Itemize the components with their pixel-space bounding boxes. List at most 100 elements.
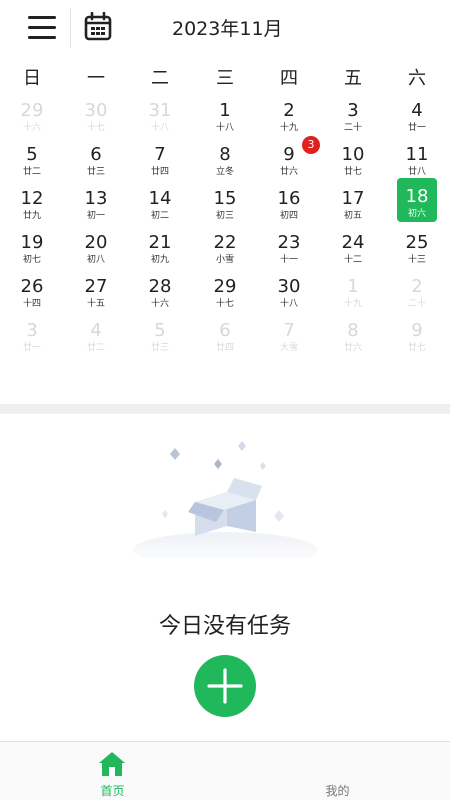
lunar-date: 廿二 xyxy=(86,343,105,353)
lunar-date: 十三 xyxy=(407,255,426,265)
lunar-date: 大雪 xyxy=(279,343,298,353)
day-cell[interactable]: 30 十七 xyxy=(76,96,116,140)
lunar-date: 廿七 xyxy=(343,167,362,177)
header-divider xyxy=(70,8,71,48)
day-cell[interactable]: 22 小雪 xyxy=(205,228,245,272)
lunar-date: 十七 xyxy=(215,299,234,309)
day-cell[interactable]: 29 十七 xyxy=(205,272,245,316)
day-cell[interactable]: 5 廿三 xyxy=(140,316,180,360)
day-number: 21 xyxy=(148,232,172,253)
lunar-date: 小雪 xyxy=(215,255,234,265)
lunar-date: 廿四 xyxy=(150,167,169,177)
day-cell[interactable]: 16 初四 xyxy=(269,184,309,228)
day-cell[interactable]: 20 初八 xyxy=(76,228,116,272)
top-bar: 2023年11月 xyxy=(0,0,450,56)
day-number: 7 xyxy=(154,144,166,165)
add-task-button[interactable] xyxy=(194,655,256,717)
day-cell[interactable]: 5 廿二 xyxy=(12,140,52,184)
day-cell[interactable]: 15 初三 xyxy=(205,184,245,228)
day-number: 14 xyxy=(148,188,172,209)
day-number: 12 xyxy=(20,188,44,209)
day-number: 24 xyxy=(341,232,365,253)
bottom-tab-bar: 首页 我的 xyxy=(0,741,450,800)
day-cell[interactable]: 8 立冬 xyxy=(205,140,245,184)
day-cell[interactable]: 7 大雪 xyxy=(269,316,309,360)
day-cell[interactable]: 3 二十 xyxy=(333,96,373,140)
weekday-header: 日一二三四五六 xyxy=(0,60,450,90)
lunar-date: 廿一 xyxy=(407,123,426,133)
day-number: 19 xyxy=(20,232,44,253)
plus-icon xyxy=(207,668,243,704)
day-cell[interactable]: 27 十五 xyxy=(76,272,116,316)
day-cell[interactable]: 24 十二 xyxy=(333,228,373,272)
day-cell[interactable]: 17 初五 xyxy=(333,184,373,228)
lunar-date: 十六 xyxy=(150,299,169,309)
day-cell[interactable]: 1 十八 xyxy=(205,96,245,140)
day-number: 27 xyxy=(84,276,108,297)
lunar-date: 十八 xyxy=(279,299,298,309)
lunar-date: 廿六 xyxy=(343,343,362,353)
day-cell[interactable]: 13 初一 xyxy=(76,184,116,228)
day-number: 22 xyxy=(213,232,237,253)
day-number: 25 xyxy=(405,232,429,253)
weekday-label: 一 xyxy=(87,68,105,89)
day-number: 20 xyxy=(84,232,108,253)
lunar-date: 初五 xyxy=(343,211,362,221)
day-cell[interactable]: 29 十六 xyxy=(12,96,52,140)
weekday-label: 四 xyxy=(280,68,298,89)
day-number: 31 xyxy=(148,100,172,121)
empty-state-message: 今日没有任务 xyxy=(158,614,291,639)
day-cell[interactable]: 4 廿二 xyxy=(76,316,116,360)
day-cell[interactable]: 10 廿七 xyxy=(333,140,373,184)
day-number: 5 xyxy=(26,144,38,165)
day-cell[interactable]: 3 廿一 xyxy=(12,316,52,360)
weekday-label: 日 xyxy=(23,68,41,89)
lunar-date: 廿八 xyxy=(407,167,426,177)
home-icon xyxy=(99,752,125,776)
day-cell[interactable]: 28 十六 xyxy=(140,272,180,316)
weekday-label: 三 xyxy=(216,68,234,89)
day-cell[interactable]: 31 十八 xyxy=(140,96,180,140)
day-cell[interactable]: 30 十八 xyxy=(269,272,309,316)
day-cell[interactable]: 25 十三 xyxy=(397,228,437,272)
day-number: 29 xyxy=(20,100,44,121)
section-divider xyxy=(0,404,450,414)
empty-box-illustration xyxy=(133,441,317,558)
month-title[interactable]: 2023年11月 xyxy=(172,14,283,41)
day-number: 6 xyxy=(219,320,231,341)
day-cell[interactable]: 7 廿四 xyxy=(140,140,180,184)
weekday-label: 二 xyxy=(151,68,169,89)
day-cell[interactable]: 19 初七 xyxy=(12,228,52,272)
tab-home[interactable]: 首页 xyxy=(0,742,225,800)
day-number: 17 xyxy=(341,188,365,209)
lunar-date: 二十 xyxy=(343,123,362,133)
day-cell[interactable]: 23 十一 xyxy=(269,228,309,272)
day-cell-selected[interactable]: 18 初六 xyxy=(397,178,437,222)
lunar-date: 十七 xyxy=(86,123,105,133)
tab-mine-label: 我的 xyxy=(325,784,350,798)
calendar-button[interactable] xyxy=(84,11,112,42)
day-number: 29 xyxy=(213,276,237,297)
day-cell[interactable]: 9 廿七 xyxy=(397,316,437,360)
day-number: 18 xyxy=(405,186,429,207)
lunar-date: 廿三 xyxy=(150,343,169,353)
day-cell[interactable]: 4 廿一 xyxy=(397,96,437,140)
menu-button[interactable] xyxy=(24,12,60,42)
day-cell[interactable]: 2 十九 xyxy=(269,96,309,140)
day-cell[interactable]: 12 廿九 xyxy=(12,184,52,228)
day-number: 6 xyxy=(90,144,102,165)
day-cell[interactable]: 6 廿三 xyxy=(76,140,116,184)
day-cell[interactable]: 21 初九 xyxy=(140,228,180,272)
day-cell[interactable]: 6 廿四 xyxy=(205,316,245,360)
day-number: 30 xyxy=(277,276,301,297)
day-cell[interactable]: 1 十九 xyxy=(333,272,373,316)
day-cell[interactable]: 26 十四 xyxy=(12,272,52,316)
day-cell[interactable]: 14 初二 xyxy=(140,184,180,228)
lunar-date: 初八 xyxy=(86,255,105,265)
lunar-date: 初九 xyxy=(150,255,169,265)
tab-mine[interactable]: 我的 xyxy=(225,742,450,800)
day-cell[interactable]: 2 二十 xyxy=(397,272,437,316)
day-number: 9 xyxy=(411,320,423,341)
day-cell[interactable]: 8 廿六 xyxy=(333,316,373,360)
lunar-date: 初三 xyxy=(215,211,234,221)
